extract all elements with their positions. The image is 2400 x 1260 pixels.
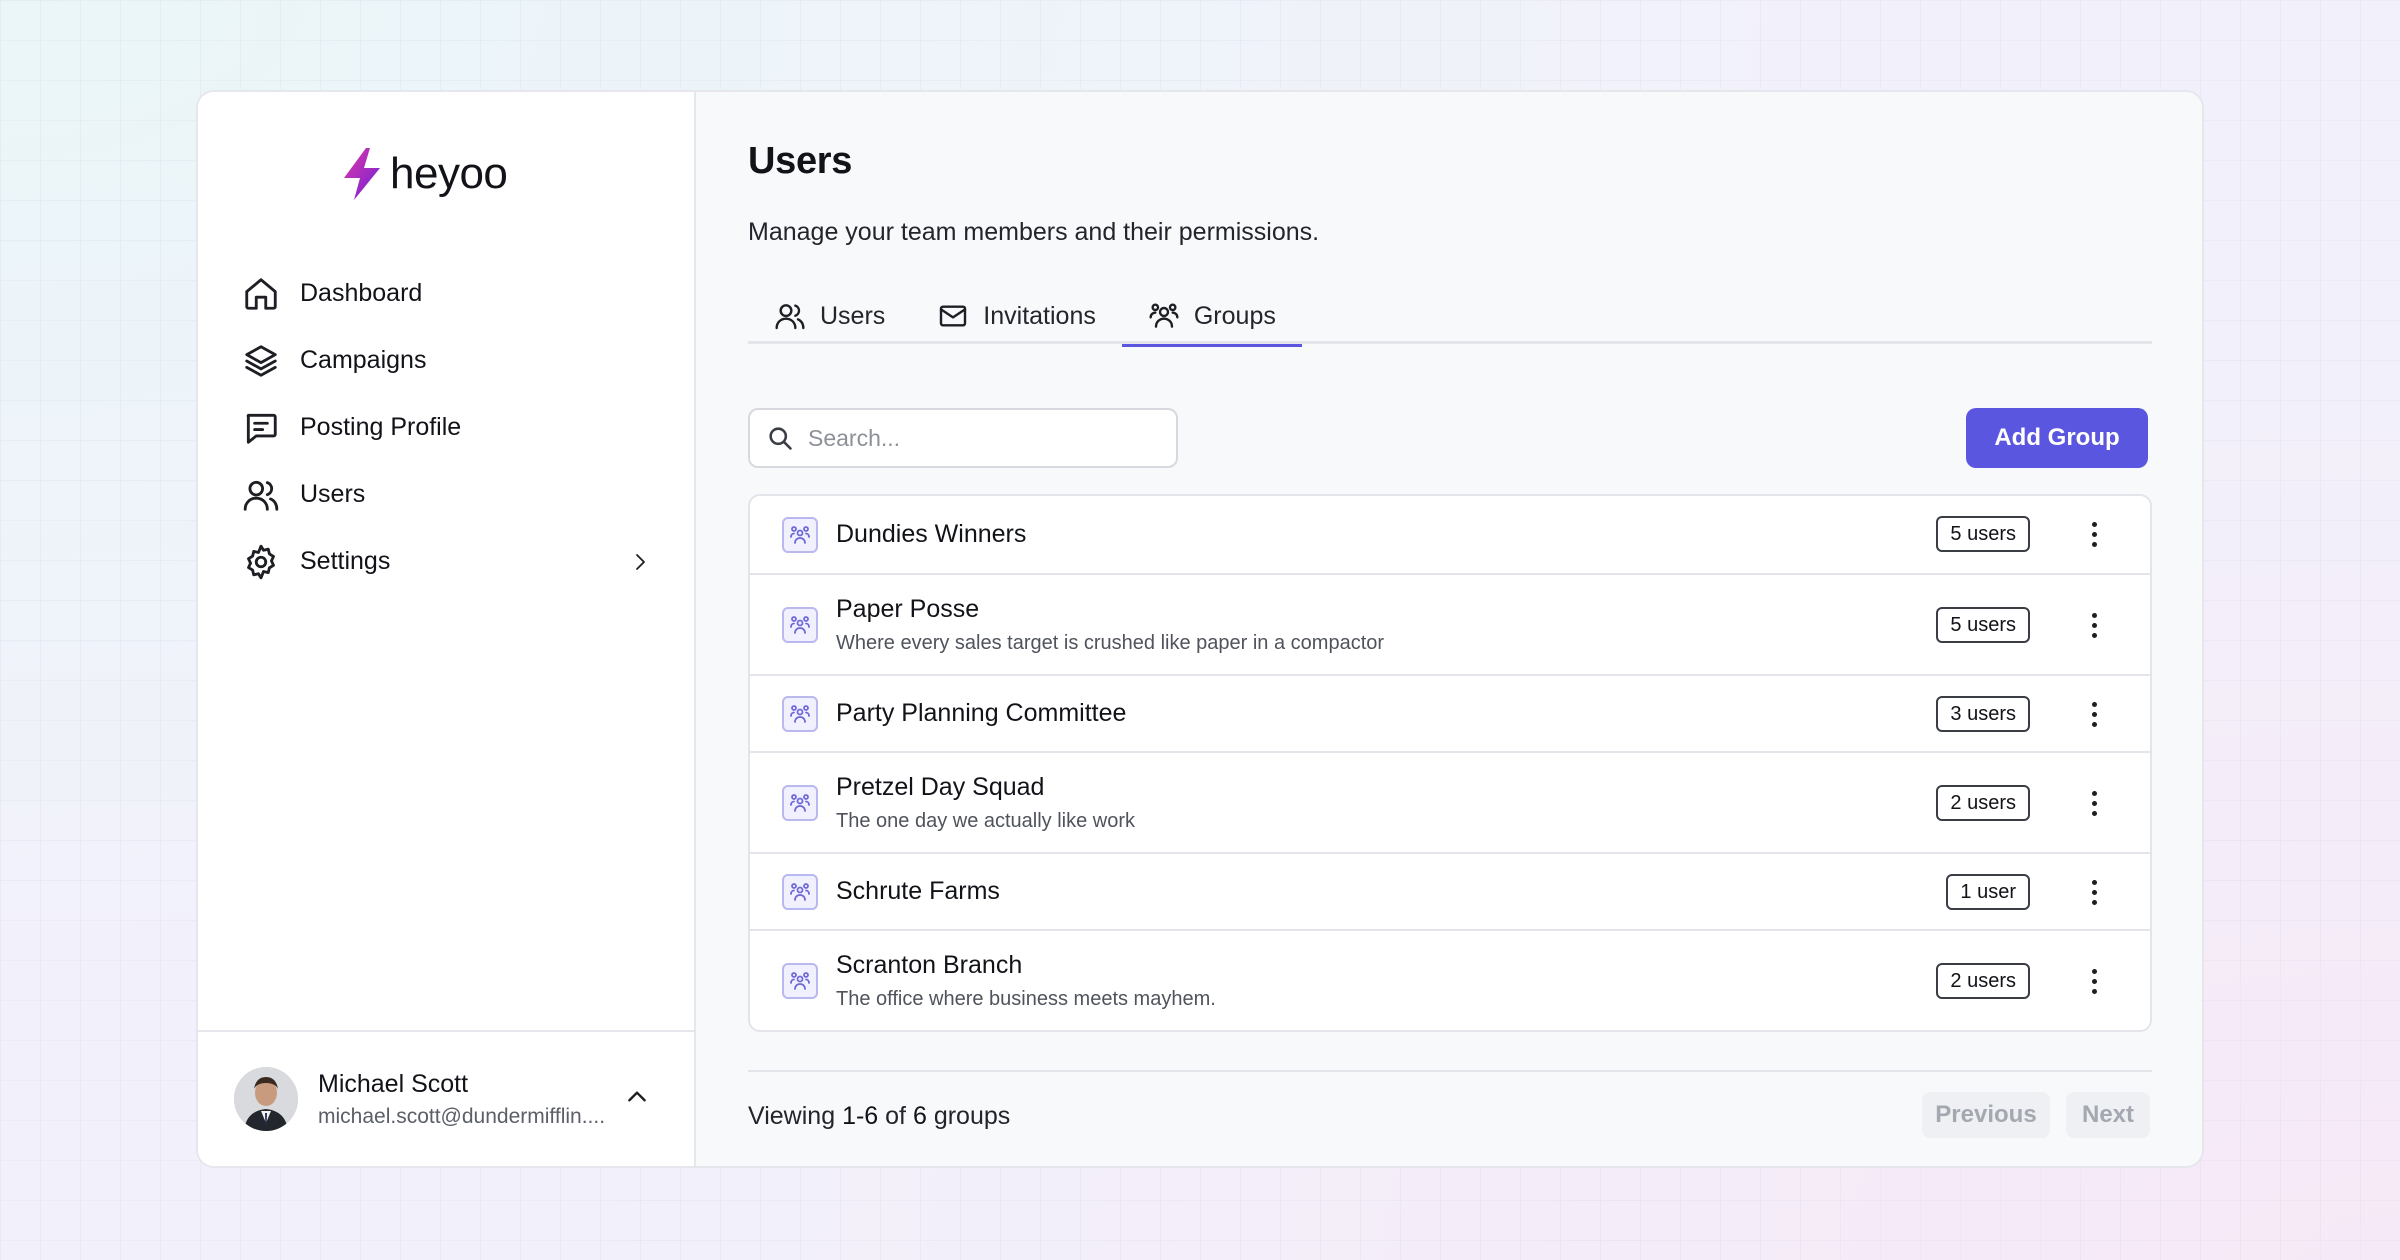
list-item[interactable]: Schrute Farms 1 user xyxy=(750,852,2150,929)
group-icon xyxy=(782,784,818,821)
tab-invitations[interactable]: Invitations xyxy=(911,288,1122,344)
group-text: Party Planning Committee xyxy=(836,699,1126,728)
sidebar: heyoo Dashboard Campaigns Posting Profil… xyxy=(198,92,696,1166)
sidebar-item-label: Dashboard xyxy=(300,279,423,307)
gear-icon xyxy=(247,544,275,579)
sidebar-item-label: Users xyxy=(300,480,366,508)
app-logo[interactable]: heyoo xyxy=(340,146,508,202)
user-count-badge: 2 users xyxy=(1936,785,2030,821)
sidebar-item-label: Posting Profile xyxy=(300,413,462,441)
group-icon xyxy=(1149,303,1179,328)
sidebar-item-label: Campaigns xyxy=(300,346,427,374)
avatar xyxy=(234,1067,298,1131)
user-email: michael.scott@dundermifflin.... xyxy=(318,1104,606,1128)
pagination-of: of xyxy=(885,1102,907,1130)
group-icon xyxy=(782,962,818,999)
pagination-suffix: groups xyxy=(933,1102,1011,1130)
sidebar-item-users[interactable]: Users xyxy=(242,461,652,528)
avatar-image xyxy=(234,1067,298,1131)
tab-label: Users xyxy=(820,301,886,330)
user-count-badge: 1 user xyxy=(1946,874,2030,910)
more-vertical-icon[interactable] xyxy=(2082,785,2106,821)
group-text: Dundies Winners xyxy=(836,520,1026,549)
list-item[interactable]: Paper Posse Where every sales target is … xyxy=(750,573,2150,674)
mail-icon xyxy=(940,305,967,327)
chevron-right-icon xyxy=(636,553,645,570)
next-button[interactable]: Next xyxy=(2066,1092,2150,1138)
tab-label: Groups xyxy=(1193,301,1276,330)
group-icon xyxy=(782,606,818,643)
bolt-logo-icon xyxy=(344,148,380,200)
more-vertical-icon[interactable] xyxy=(2082,874,2106,910)
list-item[interactable]: Party Planning Committee 3 users xyxy=(750,674,2150,751)
layers-icon xyxy=(245,344,277,377)
add-group-button[interactable]: Add Group xyxy=(1966,408,2148,468)
search-box xyxy=(748,408,1178,468)
sidebar-item-dashboard[interactable]: Dashboard xyxy=(242,260,652,327)
user-count-badge: 2 users xyxy=(1936,963,2030,999)
sidebar-item-campaigns[interactable]: Campaigns xyxy=(242,327,652,394)
page-subtitle: Manage your team members and their permi… xyxy=(748,218,1320,246)
list-item[interactable]: Dundies Winners 5 users xyxy=(750,496,2150,573)
group-name: Scranton Branch xyxy=(836,950,1023,979)
pagination-summary: Viewing 1-6 of 6 groups xyxy=(748,1102,1010,1131)
group-icon xyxy=(782,516,818,553)
message-square-icon xyxy=(246,413,277,444)
more-vertical-icon[interactable] xyxy=(2082,516,2106,552)
search-input[interactable] xyxy=(808,424,1148,452)
groups-list: Dundies Winners 5 users Paper Posse Wher… xyxy=(748,494,2152,1032)
user-count-badge: 5 users xyxy=(1936,516,2030,552)
pagination-total: 6 xyxy=(912,1102,927,1130)
group-text: Scranton Branch The office where busines… xyxy=(836,951,1216,1011)
app-window: heyoo Dashboard Campaigns Posting Profil… xyxy=(196,90,2204,1168)
users-icon xyxy=(243,480,279,511)
user-count-badge: 5 users xyxy=(1936,607,2030,643)
sidebar-item-label: Settings xyxy=(300,547,391,575)
group-name: Paper Posse xyxy=(836,594,980,623)
group-name: Schrute Farms xyxy=(836,877,1000,905)
previous-button[interactable]: Previous xyxy=(1922,1092,2050,1138)
tab-users[interactable]: Users xyxy=(748,288,911,344)
group-icon xyxy=(782,695,818,732)
more-vertical-icon[interactable] xyxy=(2082,963,2106,999)
app-name: heyoo xyxy=(390,149,508,198)
group-name: Party Planning Committee xyxy=(836,699,1127,727)
group-text: Pretzel Day Squad The one day we actuall… xyxy=(836,773,1135,833)
more-vertical-icon[interactable] xyxy=(2082,696,2106,732)
list-item[interactable]: Pretzel Day Squad The one day we actuall… xyxy=(750,751,2150,852)
more-vertical-icon[interactable] xyxy=(2082,607,2106,643)
list-item[interactable]: Scranton Branch The office where busines… xyxy=(750,929,2150,1030)
home-icon xyxy=(245,277,277,310)
user-profile-menu[interactable]: Michael Scott michael.scott@dundermiffli… xyxy=(198,1030,694,1166)
divider xyxy=(748,1070,2152,1072)
group-description: The office where business meets mayhem. xyxy=(836,987,1216,1010)
tab-groups[interactable]: Groups xyxy=(1121,288,1302,347)
pagination-range: 1-6 xyxy=(842,1102,879,1130)
group-description: The one day we actually like work xyxy=(836,809,1136,832)
search-icon xyxy=(769,427,792,450)
user-name: Michael Scott xyxy=(318,1069,469,1098)
pagination-prefix: Viewing xyxy=(748,1102,836,1130)
main-content: Users Manage your team members and their… xyxy=(696,92,2202,1166)
group-name: Pretzel Day Squad xyxy=(836,772,1045,801)
group-text: Paper Posse Where every sales target is … xyxy=(836,595,1384,655)
tab-bar: Users Invitations Groups xyxy=(748,288,2152,347)
sidebar-item-posting-profile[interactable]: Posting Profile xyxy=(242,394,652,461)
users-icon xyxy=(775,304,805,330)
group-icon xyxy=(782,873,818,910)
user-info: Michael Scott michael.scott@dundermiffli… xyxy=(318,1070,605,1129)
user-count-badge: 3 users xyxy=(1936,696,2030,732)
group-text: Schrute Farms xyxy=(836,877,1000,906)
page-title: Users xyxy=(748,140,853,182)
sidebar-item-settings[interactable]: Settings xyxy=(242,528,652,595)
group-description: Where every sales target is crushed like… xyxy=(836,631,1385,654)
tab-label: Invitations xyxy=(983,301,1096,330)
chevron-up-icon[interactable] xyxy=(624,1084,650,1110)
sidebar-nav: Dashboard Campaigns Posting Profile User… xyxy=(242,260,652,595)
group-name: Dundies Winners xyxy=(836,520,1027,548)
